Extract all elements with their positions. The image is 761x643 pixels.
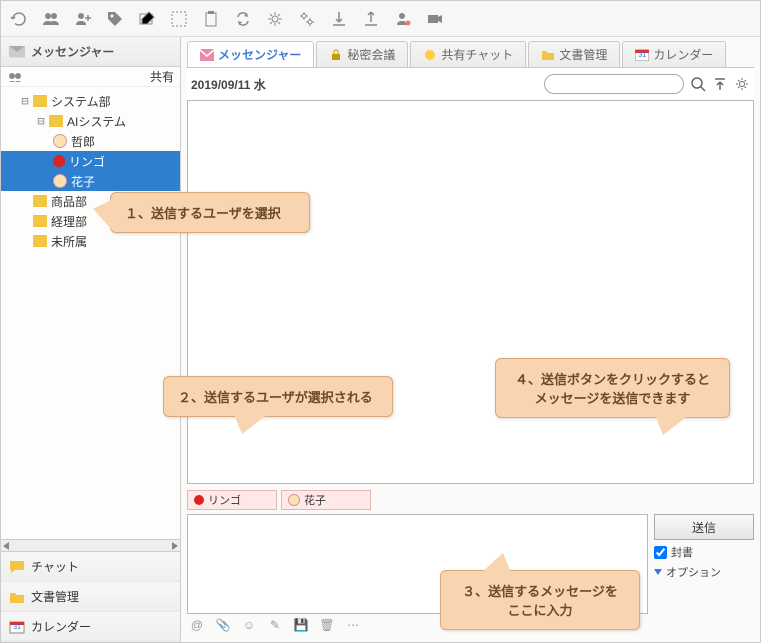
- group-icon[interactable]: [41, 9, 61, 29]
- tree-folder-unassigned[interactable]: 未所属: [1, 231, 180, 251]
- app-window: メッセンジャー 共有 ⊟システム部 ⊟AIシステム 哲郎 リンゴ 花子 商品部 …: [0, 0, 761, 643]
- mention-icon[interactable]: @: [189, 618, 205, 632]
- camera-icon[interactable]: [425, 9, 445, 29]
- chevron-down-icon: [654, 569, 662, 575]
- h-scrollbar[interactable]: [1, 539, 180, 551]
- folder-icon: [33, 235, 47, 247]
- content-area: メッセンジャー 秘密会議 共有チャット 文書管理 31カレンダー 2019/09…: [181, 37, 760, 642]
- recipient-chip-ringo[interactable]: リンゴ: [187, 490, 277, 510]
- sidebar-nav-chat[interactable]: チャット: [1, 552, 180, 582]
- user-dot-icon[interactable]: [393, 9, 413, 29]
- tree-user-tetsuro[interactable]: 哲郎: [1, 131, 180, 151]
- group-icon: [7, 71, 146, 82]
- import-icon[interactable]: [329, 9, 349, 29]
- send-button[interactable]: 送信: [654, 514, 754, 540]
- refresh-icon[interactable]: [9, 9, 29, 29]
- select-icon[interactable]: [169, 9, 189, 29]
- compose-icon[interactable]: [137, 9, 157, 29]
- gears-icon[interactable]: [297, 9, 317, 29]
- folder-icon: [541, 49, 555, 61]
- recipient-bar: リンゴ 花子: [187, 490, 754, 510]
- sidebar-nav-docs[interactable]: 文書管理: [1, 582, 180, 612]
- share-row[interactable]: 共有: [1, 67, 180, 87]
- org-tree: ⊟システム部 ⊟AIシステム 哲郎 リンゴ 花子 商品部 経理部 未所属: [1, 87, 180, 539]
- compose-side: 送信 封書 オプション: [654, 514, 754, 614]
- calendar-icon: 31: [9, 620, 25, 634]
- calendar-icon: 31: [635, 49, 649, 61]
- sync-icon[interactable]: [233, 9, 253, 29]
- tree-user-ringo[interactable]: リンゴ: [1, 151, 180, 171]
- trash-icon[interactable]: 🗑: [319, 618, 335, 632]
- sidebar-footer: チャット 文書管理 31カレンダー: [1, 551, 180, 642]
- tab-bar: メッセンジャー 秘密会議 共有チャット 文書管理 31カレンダー: [187, 37, 754, 67]
- clipboard-icon[interactable]: [201, 9, 221, 29]
- more-icon[interactable]: ⋯: [345, 618, 361, 632]
- search-input[interactable]: [544, 74, 684, 94]
- sidebar: メッセンジャー 共有 ⊟システム部 ⊟AIシステム 哲郎 リンゴ 花子 商品部 …: [1, 37, 181, 642]
- tab-docs[interactable]: 文書管理: [528, 41, 620, 67]
- apple-icon: [53, 155, 65, 167]
- date-bar: 2019/09/11 水: [187, 67, 754, 100]
- envelope-icon: [200, 49, 214, 61]
- current-date: 2019/09/11 水: [191, 76, 266, 93]
- tab-share-chat[interactable]: 共有チャット: [410, 41, 526, 67]
- callout-2: ２、送信するユーザが選択される: [163, 376, 393, 417]
- tab-secret[interactable]: 秘密会議: [316, 41, 408, 67]
- export-icon[interactable]: [361, 9, 381, 29]
- folder-icon: [9, 590, 25, 604]
- option-toggle[interactable]: オプション: [654, 564, 754, 580]
- chat-icon: [423, 49, 437, 61]
- recipient-chip-hanako[interactable]: 花子: [281, 490, 371, 510]
- avatar-icon: [288, 494, 300, 506]
- edit-icon[interactable]: ✎: [267, 618, 283, 632]
- sidebar-header: メッセンジャー: [1, 37, 180, 67]
- sidebar-nav-calendar[interactable]: 31カレンダー: [1, 612, 180, 642]
- sealed-checkbox[interactable]: 封書: [654, 544, 754, 560]
- callout-4: ４、送信ボタンをクリックするとメッセージを送信できます: [495, 358, 730, 418]
- tree-user-hanako[interactable]: 花子: [1, 171, 180, 191]
- gear-icon[interactable]: [734, 76, 750, 92]
- apple-icon: [194, 495, 204, 505]
- scroll-top-icon[interactable]: [712, 76, 728, 92]
- folder-icon: [49, 115, 63, 127]
- main-area: メッセンジャー 共有 ⊟システム部 ⊟AIシステム 哲郎 リンゴ 花子 商品部 …: [1, 37, 760, 642]
- emoji-icon[interactable]: ☺: [241, 618, 257, 632]
- share-label: 共有: [150, 68, 174, 85]
- callout-1: １、送信するユーザを選択: [110, 192, 310, 233]
- lock-icon: [329, 49, 343, 61]
- search-icon[interactable]: [690, 76, 706, 92]
- tab-calendar[interactable]: 31カレンダー: [622, 41, 726, 67]
- callout-3: ３、送信するメッセージをここに入力: [440, 570, 640, 630]
- main-toolbar: [1, 1, 760, 37]
- tree-folder-system[interactable]: ⊟システム部: [1, 91, 180, 111]
- sidebar-title: メッセンジャー: [31, 43, 114, 60]
- envelope-icon: [9, 46, 25, 58]
- attach-icon[interactable]: 📎: [215, 618, 231, 632]
- tab-messenger[interactable]: メッセンジャー: [187, 41, 314, 67]
- folder-icon: [33, 195, 47, 207]
- folder-icon: [33, 215, 47, 227]
- folder-icon: [33, 95, 47, 107]
- avatar-icon: [53, 174, 67, 188]
- tag-icon[interactable]: [105, 9, 125, 29]
- tree-folder-ai[interactable]: ⊟AIシステム: [1, 111, 180, 131]
- avatar-icon: [53, 134, 67, 148]
- person-add-icon[interactable]: [73, 9, 93, 29]
- chat-icon: [9, 560, 25, 574]
- save-icon[interactable]: 💾: [293, 618, 309, 632]
- gear-icon[interactable]: [265, 9, 285, 29]
